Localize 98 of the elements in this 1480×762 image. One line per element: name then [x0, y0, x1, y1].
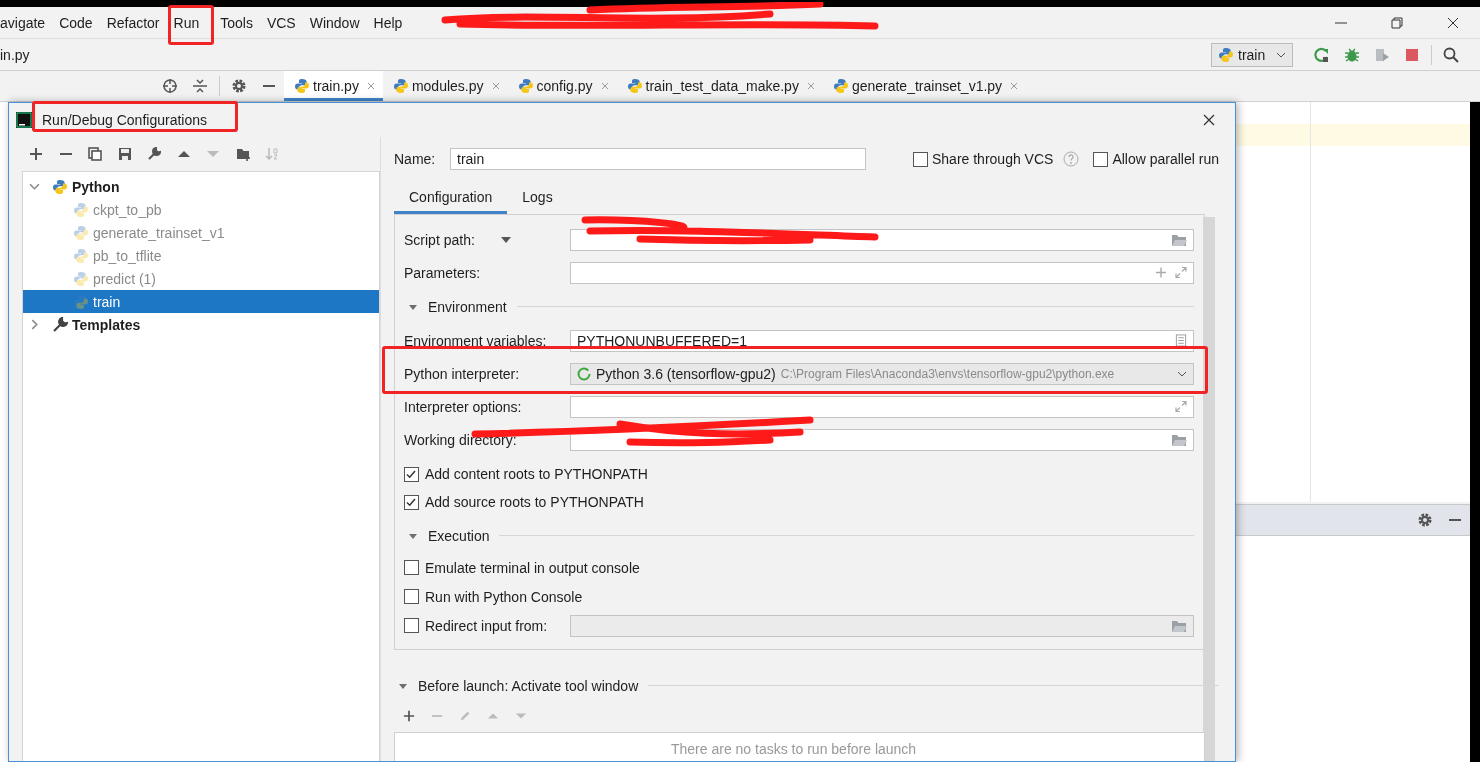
- checkbox-label: Emulate terminal in output console: [425, 559, 640, 576]
- menu-item[interactable]: VCS: [259, 14, 303, 31]
- folder-icon[interactable]: [1171, 232, 1187, 247]
- empty-message: There are no tasks to run before launch: [671, 741, 917, 757]
- tree-item[interactable]: pb_to_tflite: [23, 244, 379, 267]
- menu-item[interactable]: Help: [366, 14, 410, 31]
- settings-icon[interactable]: [1417, 512, 1433, 528]
- checkbox-label: Share through VCS: [932, 151, 1054, 167]
- parameters-field[interactable]: [570, 261, 1194, 284]
- menu-item[interactable]: Run: [166, 14, 207, 31]
- python-file-icon: [832, 78, 849, 94]
- menu-item[interactable]: Window: [302, 14, 367, 31]
- checkbox-label: Add content roots to PYTHONPATH: [425, 466, 648, 482]
- collapse-icon[interactable]: [192, 78, 208, 94]
- checkbox-label: Run with Python Console: [425, 588, 583, 605]
- checkbox[interactable]: [404, 494, 419, 510]
- tree-group[interactable]: Templates: [72, 316, 141, 333]
- menu-item[interactable]: avigate: [0, 14, 53, 31]
- expand-icon[interactable]: [1175, 266, 1187, 279]
- section-title: Environment: [428, 298, 507, 315]
- python-file-icon: [517, 78, 534, 94]
- add-icon[interactable]: [403, 709, 415, 723]
- checkbox-label: Redirect input from:: [425, 617, 548, 634]
- field-label: Parameters:: [404, 264, 482, 281]
- section-title: Execution: [428, 527, 490, 544]
- python-icon: [1218, 46, 1234, 63]
- field-label: Interpreter options:: [404, 398, 523, 415]
- field-label: Script path:: [404, 231, 475, 248]
- python-icon: [52, 178, 68, 195]
- checkbox[interactable]: [404, 589, 419, 604]
- interpreter-options-field[interactable]: [570, 395, 1194, 418]
- run-config-dropdown[interactable]: train: [1211, 42, 1293, 67]
- tab[interactable]: Configuration: [394, 180, 508, 214]
- add-icon[interactable]: [29, 147, 43, 161]
- editor-tab[interactable]: config.py: [507, 71, 617, 101]
- dropdown-arrow-icon[interactable]: [500, 236, 511, 243]
- tree-item[interactable]: ckpt_to_pb: [23, 198, 379, 221]
- breadcrumb[interactable]: in.py: [0, 46, 30, 63]
- menu-item[interactable]: Code: [52, 14, 100, 31]
- field-label: Python interpreter:: [404, 365, 521, 382]
- folder-icon[interactable]: [1171, 432, 1187, 447]
- app-icon: [16, 112, 32, 128]
- python-file-icon: [73, 201, 89, 218]
- restore-icon[interactable]: [1390, 15, 1404, 30]
- close-icon[interactable]: [1203, 114, 1215, 126]
- editor-tab[interactable]: train.py: [284, 71, 383, 101]
- checkbox[interactable]: [404, 466, 419, 482]
- redirect-input-field[interactable]: [570, 614, 1194, 637]
- wrench-icon[interactable]: [147, 147, 161, 161]
- editor-tab[interactable]: modules.py: [382, 71, 508, 101]
- interpreter-dropdown[interactable]: Python 3.6 (tensorflow-gpu2) C:\Program Files\Anaconda3\envs\tensorflow-gpu2\python.exe: [570, 362, 1194, 385]
- tree-group[interactable]: Python: [72, 178, 120, 195]
- highlight-frame: [168, 5, 214, 45]
- menu-item[interactable]: Refactor: [99, 14, 167, 31]
- stop-icon[interactable]: [1404, 46, 1420, 63]
- checkbox[interactable]: [1093, 151, 1109, 167]
- coverage-icon[interactable]: [1374, 46, 1390, 63]
- chevron-icon[interactable]: [1177, 370, 1187, 377]
- checkbox[interactable]: [404, 618, 419, 633]
- checkbox[interactable]: [404, 560, 419, 575]
- menu-item[interactable]: Tools: [206, 14, 260, 31]
- tab[interactable]: Logs: [507, 180, 568, 214]
- rerun-icon[interactable]: [1314, 46, 1330, 63]
- environment-variables-field[interactable]: PYTHONUNBUFFERED=1: [570, 329, 1194, 352]
- checkbox[interactable]: [913, 151, 928, 167]
- python-file-icon: [626, 78, 643, 94]
- section-title: Before launch: Activate tool window: [418, 677, 639, 694]
- settings-icon[interactable]: [231, 78, 247, 94]
- bug-icon[interactable]: [1344, 46, 1360, 63]
- tree-item[interactable]: train: [23, 290, 379, 313]
- tree-item[interactable]: predict (1): [23, 267, 379, 290]
- copy-icon[interactable]: [88, 147, 102, 161]
- document-icon[interactable]: [1175, 334, 1187, 347]
- tree-item[interactable]: generate_trainset_v1: [23, 221, 379, 244]
- save-icon[interactable]: [117, 147, 132, 161]
- search-icon[interactable]: [1443, 46, 1459, 63]
- python-file-icon: [73, 224, 89, 241]
- python-file-icon: [73, 270, 89, 287]
- python-file-icon: [73, 293, 89, 310]
- python-file-icon: [392, 78, 409, 94]
- chevron-icon[interactable]: [1276, 51, 1286, 58]
- close-icon[interactable]: [1446, 15, 1460, 30]
- checkbox-label: Add source roots to PYTHONPATH: [425, 494, 644, 510]
- field-label: Name:: [394, 151, 437, 167]
- python-file-icon: [294, 78, 310, 94]
- new-folder-icon[interactable]: [235, 147, 250, 161]
- editor-tab[interactable]: train_test_data_make.py: [616, 71, 823, 101]
- checkbox-label: Allow parallel run: [1112, 151, 1219, 167]
- wrench-icon: [52, 316, 68, 333]
- scrollbar[interactable]: [1203, 217, 1215, 761]
- dialog-title: Run/Debug Configurations: [42, 112, 207, 128]
- python-file-icon: [73, 247, 89, 264]
- name-field[interactable]: train: [450, 148, 866, 170]
- editor-tab[interactable]: generate_trainset_v1.py: [822, 71, 1027, 101]
- target-icon[interactable]: [162, 78, 178, 94]
- loading-ring-icon: [577, 366, 591, 381]
- field-label: Environment variables:: [404, 332, 548, 349]
- expand-icon[interactable]: [1175, 400, 1187, 413]
